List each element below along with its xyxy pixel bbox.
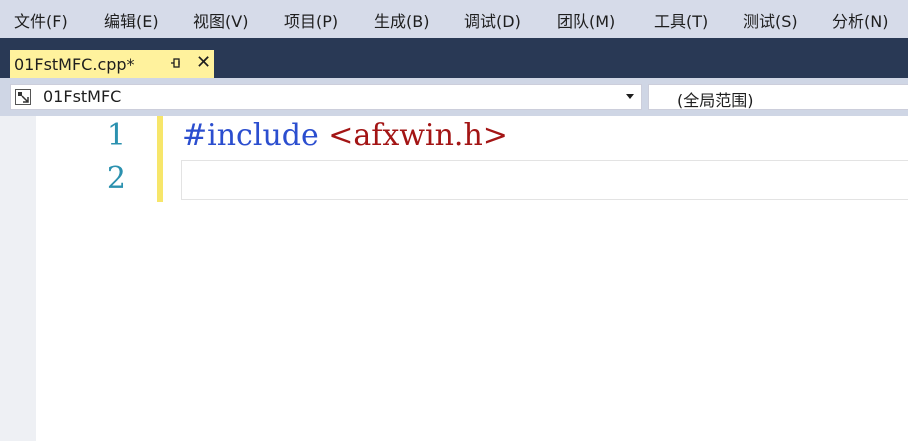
project-dropdown[interactable]: 01FstMFC <box>10 84 642 110</box>
include-directive: #include <box>182 118 319 153</box>
menu-edit[interactable]: 编辑(E) <box>104 8 159 32</box>
code-line[interactable]: #include <afxwin.h> <box>182 118 508 153</box>
tab-title: 01FstMFC.cpp* <box>14 54 135 74</box>
change-tracking-bar <box>157 116 163 202</box>
close-icon[interactable]: ✕ <box>196 54 211 72</box>
project-name: 01FstMFC <box>43 87 122 106</box>
menu-project[interactable]: 项目(P) <box>284 8 338 32</box>
menu-debug[interactable]: 调试(D) <box>464 8 521 32</box>
scope-label: (全局范围) <box>677 91 754 110</box>
menu-team[interactable]: 团队(M) <box>557 8 615 32</box>
menu-view[interactable]: 视图(V) <box>193 8 248 32</box>
code-editor[interactable]: 1 2 #include <afxwin.h> <box>0 116 908 441</box>
current-line-highlight[interactable] <box>181 160 908 200</box>
pin-icon[interactable] <box>168 55 184 73</box>
document-tab[interactable]: 01FstMFC.cpp* ✕ <box>10 50 214 78</box>
project-icon <box>15 89 31 105</box>
chevron-down-icon[interactable] <box>626 94 634 99</box>
document-tab-strip: 01FstMFC.cpp* ✕ <box>0 38 908 78</box>
line-number: 2 <box>106 161 126 196</box>
menu-build[interactable]: 生成(B) <box>374 8 429 32</box>
scope-dropdown[interactable]: (全局范围) <box>648 84 908 110</box>
menu-test[interactable]: 测试(S) <box>743 8 798 32</box>
menu-bar: 文件(F) 编辑(E) 视图(V) 项目(P) 生成(B) 调试(D) 团队(M… <box>0 0 908 38</box>
menu-analyze[interactable]: 分析(N) <box>832 8 888 32</box>
menu-file[interactable]: 文件(F) <box>14 8 68 32</box>
include-header: <afxwin.h> <box>328 118 508 153</box>
navigation-bar: 01FstMFC (全局范围) <box>0 78 908 116</box>
line-number: 1 <box>106 118 126 153</box>
menu-tools[interactable]: 工具(T) <box>654 8 708 32</box>
